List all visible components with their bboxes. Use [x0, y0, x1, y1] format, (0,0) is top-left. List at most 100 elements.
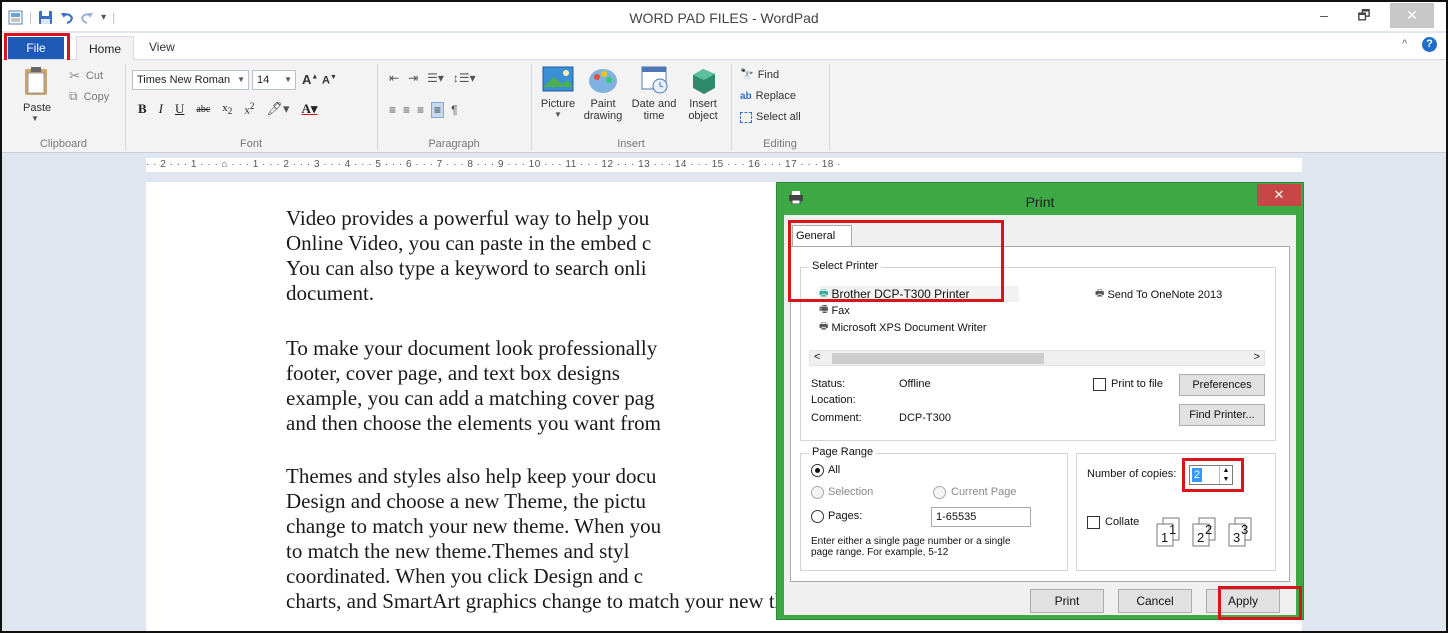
find-button[interactable]: 🔭 Find	[740, 68, 780, 82]
comment-label: Comment:	[811, 412, 862, 424]
range-selection-radio[interactable]	[811, 486, 824, 499]
copy-icon: ⧉	[69, 89, 78, 103]
copies-group: Number of copies: 2 ▲ ▼ Collate 11 22 33	[1076, 453, 1276, 571]
wordpad-window: | ▾ | WORD PAD FILES - WordPad – 🗗 ✕ Fil…	[0, 0, 1448, 633]
paragraph-settings-icon[interactable]: ¶	[451, 103, 457, 117]
ruler[interactable]: · · 2 · · · 1 · · · ⌂ · · · 1 · · · 2 · …	[146, 158, 1302, 172]
print-to-file-label: Print to file	[1111, 378, 1163, 390]
pages-input[interactable]: 1-65535	[931, 507, 1031, 527]
line-spacing-icon[interactable]: ↕☰▾	[453, 71, 476, 85]
range-pages-radio[interactable]	[811, 510, 824, 523]
shrink-font-icon[interactable]: A▼	[322, 74, 337, 87]
cut-button[interactable]: ✂ Cut	[69, 68, 103, 84]
print-dialog-title: Print	[1025, 194, 1055, 210]
spin-updown-icon[interactable]: ▲ ▼	[1219, 466, 1232, 484]
ribbon-tab-bar	[2, 33, 1446, 60]
copies-input[interactable]: 2	[1192, 468, 1203, 482]
strikethrough-icon[interactable]: abc	[196, 104, 210, 115]
apply-button[interactable]: Apply	[1206, 589, 1280, 613]
font-size-select[interactable]: 14 ▼	[252, 70, 296, 90]
maximize-button[interactable]: 🗗	[1344, 3, 1384, 28]
align-left-icon[interactable]: ≡	[389, 103, 396, 117]
tab-view[interactable]: View	[149, 40, 175, 54]
svg-text:2: 2	[1197, 530, 1204, 545]
minimize-ribbon-icon[interactable]: ^	[1402, 38, 1407, 50]
bold-icon[interactable]: B	[138, 101, 147, 117]
select-all-button[interactable]: Select all	[740, 111, 801, 123]
help-icon[interactable]: ?	[1422, 37, 1437, 52]
justify-icon[interactable]: ≡	[431, 102, 445, 118]
highlight-color-icon[interactable]: 🖊▾	[266, 101, 289, 117]
range-all-label: All	[828, 464, 841, 476]
page-range-group: Page Range All Selection Current Page Pa…	[800, 446, 1068, 571]
paste-label: Paste	[23, 102, 52, 114]
printer-list-scrollbar[interactable]: < >	[809, 350, 1265, 366]
scroll-left-icon[interactable]: <	[814, 351, 820, 363]
copies-spinner[interactable]: 2 ▲ ▼	[1189, 465, 1233, 485]
tab-file[interactable]: File	[8, 37, 64, 59]
printer-name: Brother DCP-T300 Printer	[831, 287, 970, 301]
picture-button[interactable]: Picture ▼	[539, 65, 577, 135]
find-label: Find	[757, 68, 780, 81]
collate-label: Collate	[1105, 516, 1140, 528]
replace-button[interactable]: ab Replace	[740, 90, 796, 102]
paragraph-group-label: Paragraph	[428, 138, 480, 150]
font-family-select[interactable]: Times New Roman ▼	[132, 70, 249, 90]
print-to-file-checkbox[interactable]	[1093, 378, 1106, 391]
align-right-icon[interactable]: ≡	[417, 103, 424, 117]
printer-item-fax[interactable]: 🖷 Fax	[819, 302, 850, 319]
collate-pages-icon: 11 22 33	[1155, 516, 1265, 555]
editing-group-label: Editing	[763, 138, 797, 150]
paint-drawing-button[interactable]: Paint drawing	[582, 65, 624, 135]
tab-general[interactable]: General	[792, 225, 852, 247]
paste-button[interactable]	[22, 66, 50, 99]
minimize-button[interactable]: –	[1304, 3, 1344, 28]
grow-font-icon[interactable]: A▲	[302, 72, 318, 87]
tab-home[interactable]: Home	[76, 36, 134, 61]
date-time-button[interactable]: Date and time	[630, 65, 678, 135]
superscript-icon[interactable]: x2	[244, 101, 254, 117]
range-pages-label: Pages:	[828, 510, 863, 522]
range-current-radio[interactable]	[933, 486, 946, 499]
collate-checkbox[interactable]	[1087, 516, 1100, 529]
close-button[interactable]: ✕	[1390, 3, 1434, 28]
printer-item-onenote[interactable]: 🖶 Send To OneNote 2013	[1095, 286, 1222, 303]
copy-button[interactable]: ⧉ Copy	[69, 89, 109, 104]
paragraph-row-1: ⇤ ⇥ ☰▾ ↕☰▾	[389, 71, 476, 85]
replace-label: Replace	[755, 90, 797, 102]
printer-item-xps[interactable]: 🖶 Microsoft XPS Document Writer	[819, 319, 987, 336]
select-printer-group: Select Printer 🖶 Brother DCP-T300 Printe…	[800, 260, 1276, 441]
bullets-icon[interactable]: ☰▾	[427, 71, 444, 85]
print-dialog-title-bar[interactable]: Print ✕	[777, 183, 1303, 215]
decrease-indent-icon[interactable]: ⇤	[389, 71, 399, 85]
paint-drawing-icon	[589, 69, 617, 93]
cancel-button[interactable]: Cancel	[1118, 589, 1192, 613]
insert-group-label: Insert	[617, 138, 645, 150]
svg-text:3: 3	[1233, 530, 1240, 545]
svg-text:1: 1	[1161, 530, 1168, 545]
scrollbar-thumb[interactable]	[832, 353, 1044, 364]
increase-indent-icon[interactable]: ⇥	[408, 71, 418, 85]
printer-item-brother[interactable]: 🖶 Brother DCP-T300 Printer	[819, 286, 1019, 302]
insert-object-button[interactable]: Insert object	[682, 65, 724, 135]
print-button[interactable]: Print	[1030, 589, 1104, 613]
scroll-right-icon[interactable]: >	[1254, 351, 1260, 363]
fax-icon: 🖷	[819, 304, 829, 315]
group-separator	[829, 64, 830, 150]
find-printer-button[interactable]: Find Printer...	[1179, 404, 1265, 426]
font-color-icon[interactable]: A▾	[301, 101, 317, 117]
paste-dropdown-icon[interactable]: ▼	[31, 114, 39, 123]
range-all-radio[interactable]	[811, 464, 824, 477]
printer-icon: 🖶	[819, 287, 829, 299]
print-dialog-body: General Select Printer 🖶 Brother DCP-T30…	[784, 215, 1296, 615]
title-bar: | ▾ | WORD PAD FILES - WordPad – 🗗 ✕	[2, 2, 1446, 32]
paste-icon	[25, 67, 47, 95]
printer-icon: 🖶	[1095, 288, 1105, 299]
underline-icon[interactable]: U	[175, 101, 184, 117]
picture-label: Picture	[540, 98, 576, 110]
italic-icon[interactable]: I	[159, 101, 163, 117]
dialog-close-button[interactable]: ✕	[1257, 184, 1301, 206]
preferences-button[interactable]: Preferences	[1179, 374, 1265, 396]
align-center-icon[interactable]: ≡	[403, 103, 410, 117]
subscript-icon[interactable]: x2	[222, 102, 232, 116]
